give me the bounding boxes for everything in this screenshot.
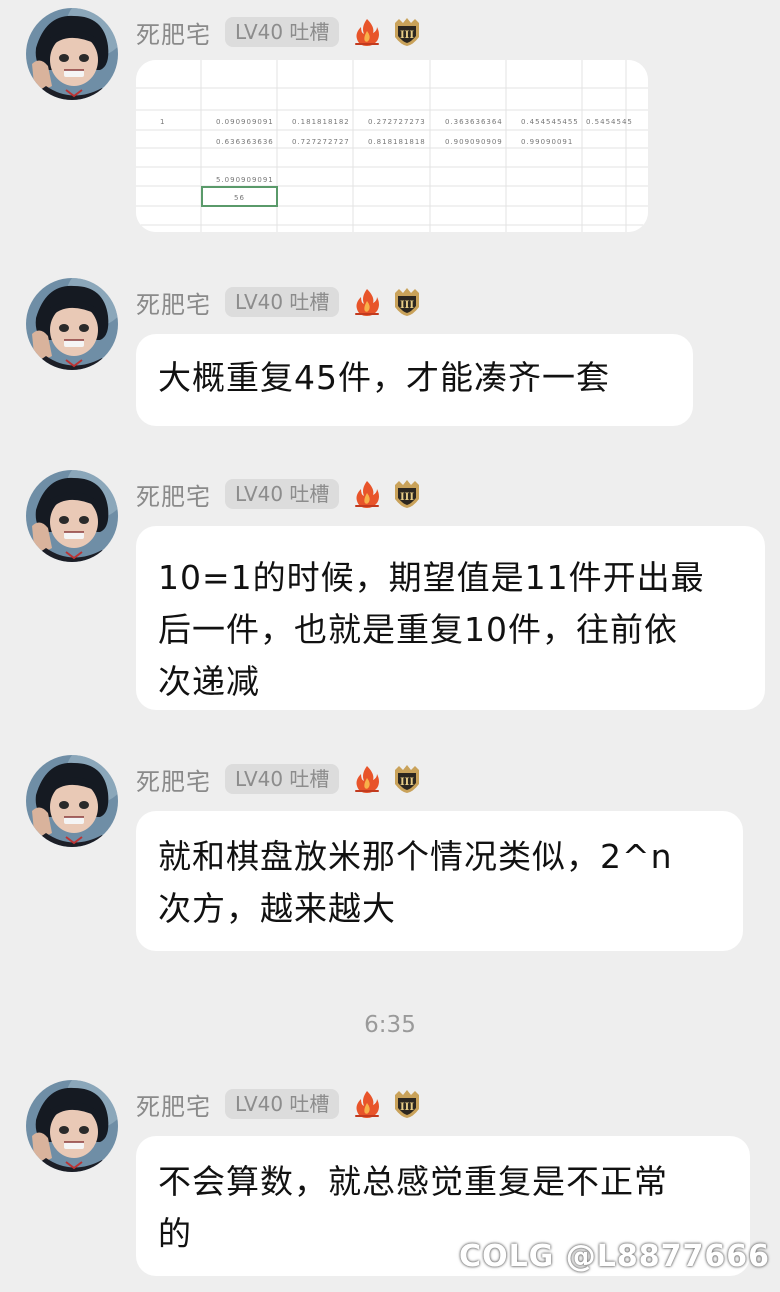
fire-icon: [353, 287, 381, 317]
level-badge: LV40 吐槽: [225, 287, 340, 317]
sheet-cell: 1: [160, 118, 166, 126]
sheet-cell: 0.909090909: [445, 138, 503, 146]
fire-icon: [353, 479, 381, 509]
sender-name[interactable]: 死肥宅: [136, 762, 211, 797]
rank-badge-icon: [391, 287, 423, 317]
rank-badge-icon: [391, 17, 423, 47]
message-line: 次递减: [158, 662, 260, 701]
fire-icon: [353, 764, 381, 794]
fire-icon: [353, 17, 381, 47]
sender-row: 死肥宅 LV40 吐槽: [136, 285, 423, 320]
message-bubble[interactable]: 10=1的时候，期望值是11件开出最 后一件，也就是重复10件，往前依 次递减: [136, 526, 765, 710]
avatar-icon: [26, 1080, 118, 1172]
sender-row: 死肥宅 LV40 吐槽: [136, 15, 423, 50]
sheet-cell: 0.5454545: [586, 118, 633, 126]
sender-row: 死肥宅 LV40 吐槽: [136, 762, 423, 797]
message-line: 后一件，也就是重复10件，往前依: [158, 610, 678, 649]
image-bubble[interactable]: 1 0.090909091 0.181818182 0.272727273 0.…: [136, 60, 648, 232]
message-line: 10=1的时候，期望值是11件开出最: [158, 558, 705, 597]
avatar[interactable]: [26, 755, 118, 847]
time-divider: 6:35: [364, 1012, 416, 1038]
sender-row: 死肥宅 LV40 吐槽: [136, 1087, 423, 1122]
selected-cell: [201, 186, 278, 207]
message-bubble[interactable]: 大概重复45件，才能凑齐一套: [136, 334, 693, 426]
message-text: 大概重复45件，才能凑齐一套: [158, 358, 610, 397]
avatar[interactable]: [26, 8, 118, 100]
spreadsheet-image: 1 0.090909091 0.181818182 0.272727273 0.…: [136, 60, 648, 232]
message-line: 不会算数，就总感觉重复是不正常: [158, 1162, 668, 1201]
fire-icon: [353, 1089, 381, 1119]
sheet-cell: 0.818181818: [368, 138, 426, 146]
sender-name[interactable]: 死肥宅: [136, 285, 211, 320]
sender-name[interactable]: 死肥宅: [136, 15, 211, 50]
watermark: COLG @L8877666: [459, 1239, 770, 1274]
avatar-icon: [26, 470, 118, 562]
avatar-icon: [26, 8, 118, 100]
avatar-icon: [26, 278, 118, 370]
sender-name[interactable]: 死肥宅: [136, 1087, 211, 1122]
message-bubble[interactable]: 就和棋盘放米那个情况类似，2^n 次方，越来越大: [136, 811, 743, 951]
rank-badge-icon: [391, 764, 423, 794]
level-badge: LV40 吐槽: [225, 479, 340, 509]
level-badge: LV40 吐槽: [225, 764, 340, 794]
rank-badge-icon: [391, 1089, 423, 1119]
avatar[interactable]: [26, 470, 118, 562]
level-badge: LV40 吐槽: [225, 1089, 340, 1119]
avatar[interactable]: [26, 1080, 118, 1172]
sender-row: 死肥宅 LV40 吐槽: [136, 477, 423, 512]
level-badge: LV40 吐槽: [225, 17, 340, 47]
sheet-cell: 0.99090091: [521, 138, 574, 146]
rank-badge-icon: [391, 479, 423, 509]
message-line: 次方，越来越大: [158, 889, 396, 928]
message-line: 就和棋盘放米那个情况类似，2^n: [158, 837, 673, 876]
avatar[interactable]: [26, 278, 118, 370]
sender-name[interactable]: 死肥宅: [136, 477, 211, 512]
sheet-cell: 0.727272727: [292, 138, 350, 146]
avatar-icon: [26, 755, 118, 847]
